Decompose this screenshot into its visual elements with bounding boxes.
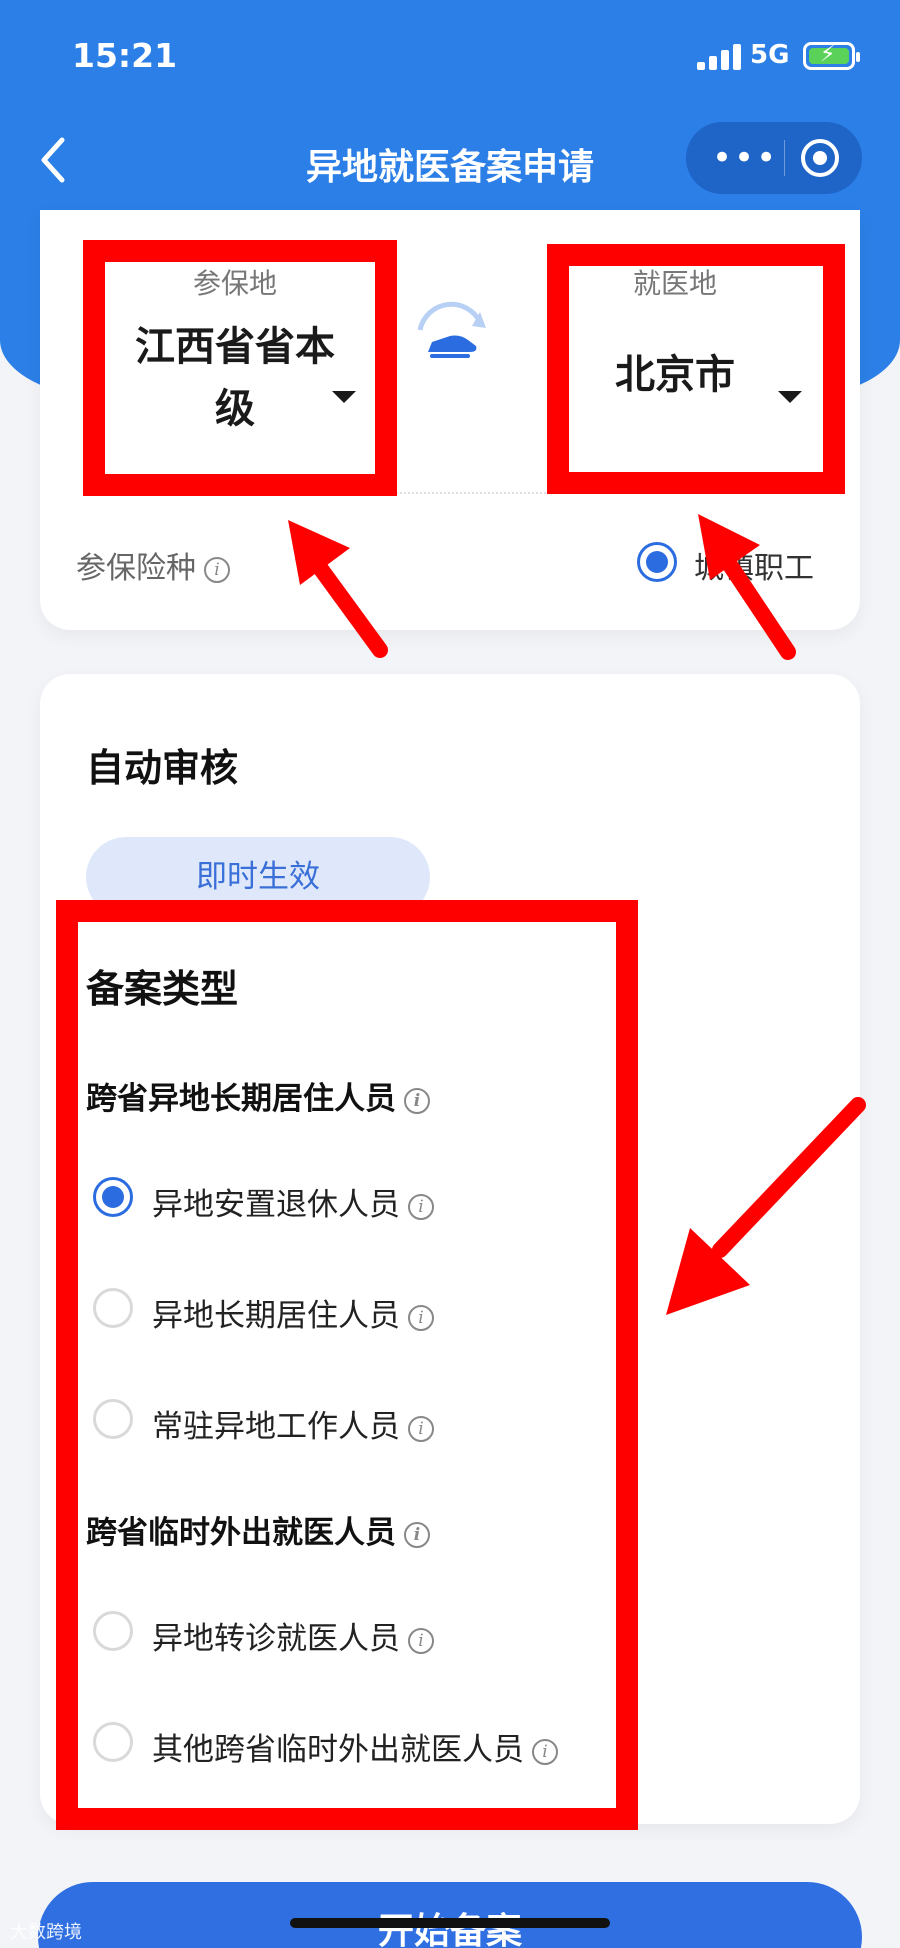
annotation-arrows — [288, 514, 866, 1315]
arrow-icon — [288, 520, 388, 658]
arrow-icon — [666, 1097, 866, 1315]
arrow-icon — [698, 514, 796, 660]
